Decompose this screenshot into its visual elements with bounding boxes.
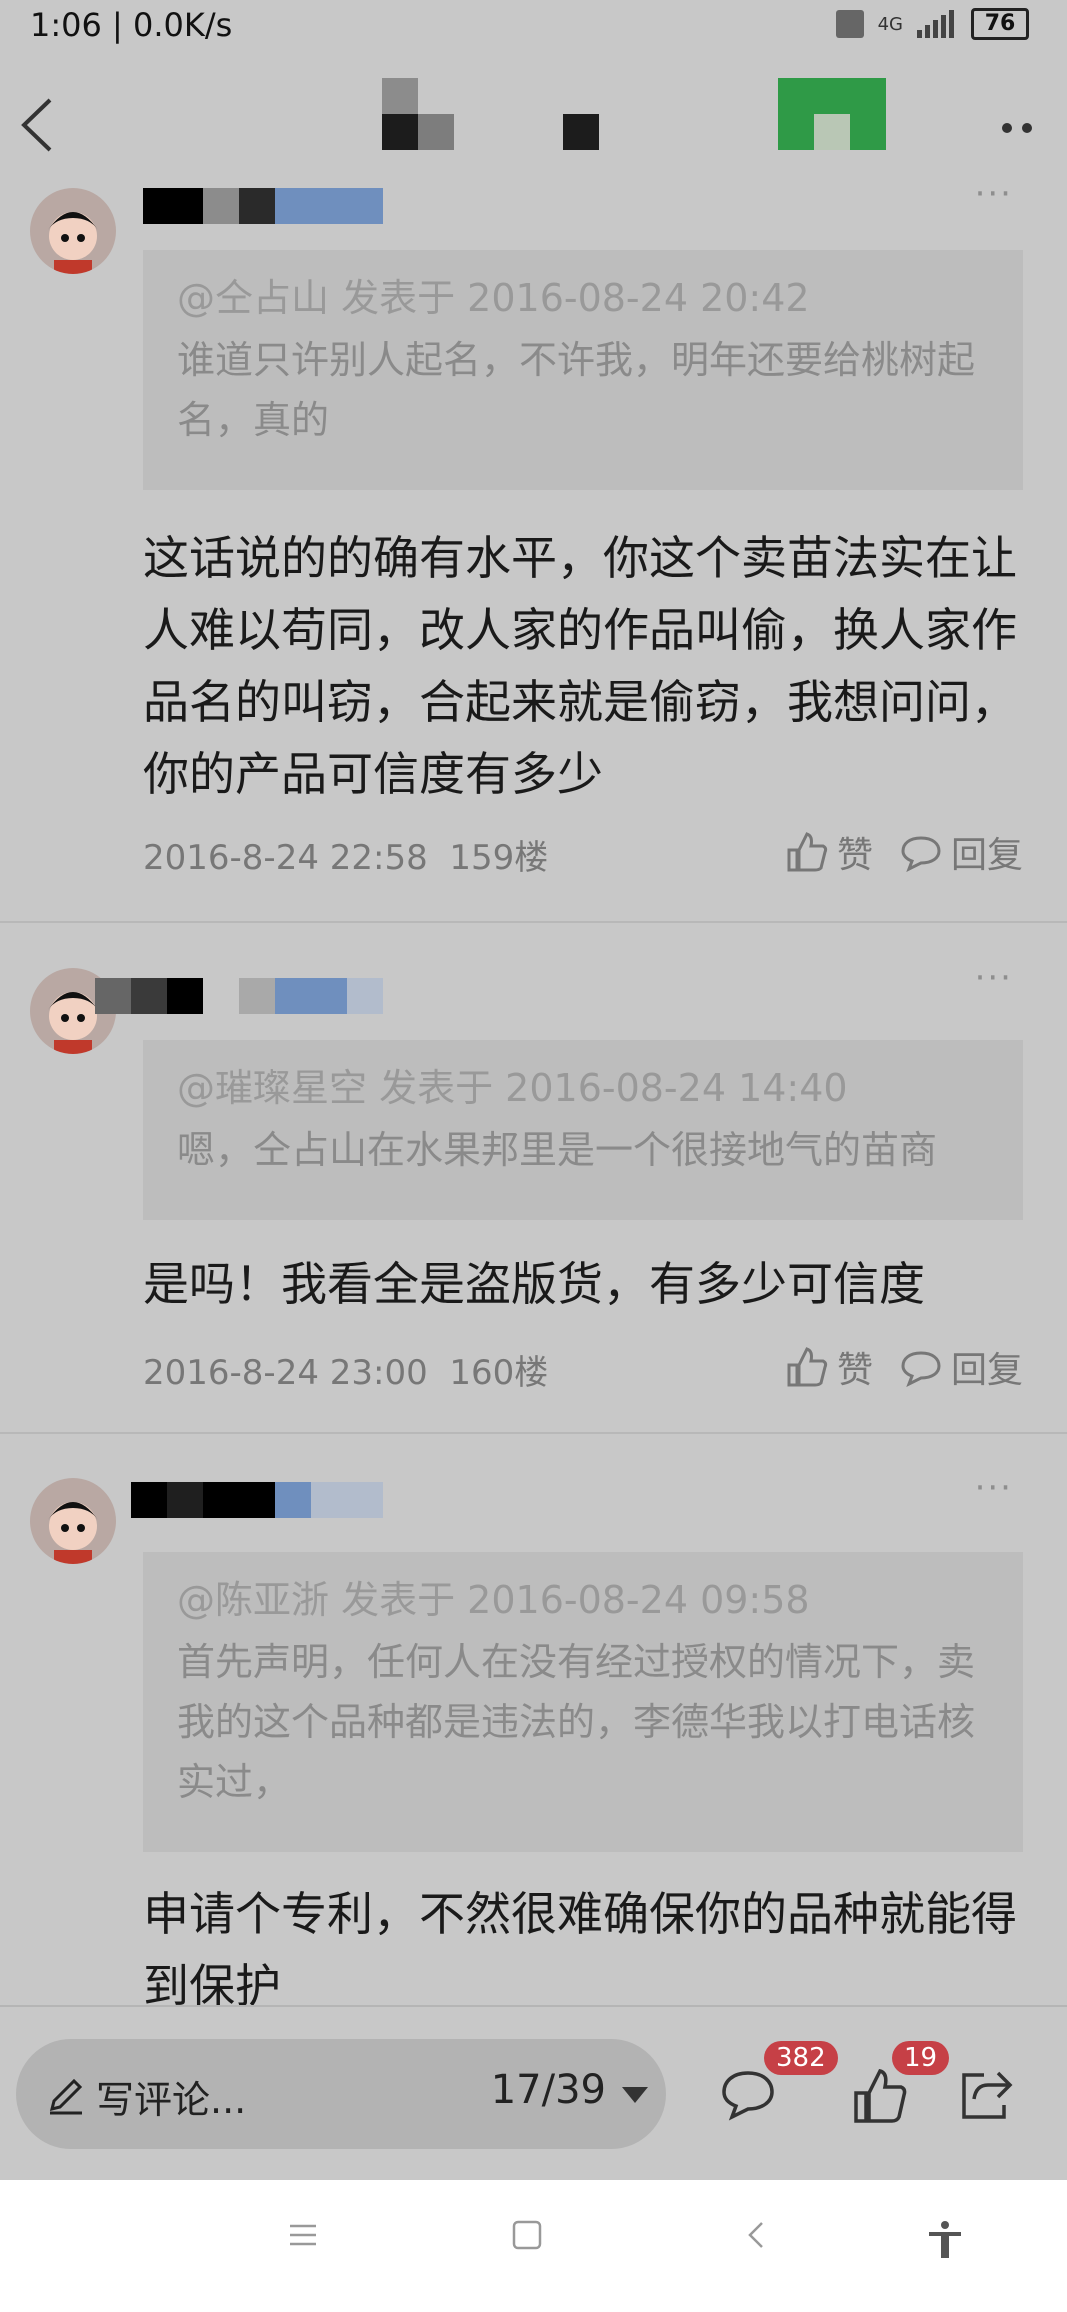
quote-text: 嗯，仝占山在水果邦里是一个很接地气的苗商	[177, 1128, 938, 1172]
username-blur	[239, 188, 275, 224]
share-icon	[962, 2071, 1013, 2119]
title-blur	[563, 114, 599, 150]
username-blur	[203, 1482, 275, 1518]
username-blur	[167, 1482, 203, 1518]
comment-more-icon[interactable]: ···	[975, 1470, 1013, 1508]
volte-icon	[835, 10, 864, 38]
like-article-button[interactable]: 19	[852, 2041, 950, 2129]
battery-indicator: 76	[971, 8, 1029, 40]
comment-floor: 159楼	[449, 838, 549, 878]
comment-more-icon[interactable]: ···	[975, 174, 1013, 214]
username-blur	[275, 978, 347, 1014]
comment-more-icon[interactable]: ···	[975, 958, 1013, 998]
share-button[interactable]	[958, 2067, 1014, 2127]
username-blur	[275, 188, 383, 224]
comment-datetime: 2016-8-24 22:58	[143, 838, 428, 878]
menu-icon[interactable]	[288, 2220, 318, 2250]
like-label: 赞	[836, 1350, 873, 1391]
back-nav-icon[interactable]	[742, 2220, 772, 2250]
like-button[interactable]: 赞	[785, 826, 873, 878]
bottom-toolbar: 写评论... 17/39 382 19	[0, 2005, 1067, 2182]
comment-body: 申请个专利，不然很难确保你的品种就能得到保护	[143, 1887, 1017, 2005]
like-count-badge: 19	[892, 2041, 950, 2075]
username-blur	[95, 978, 131, 1014]
comment-meta: 2016-8-24 22:58 159楼 赞 回复	[143, 830, 1023, 880]
thumb-up-icon	[787, 1347, 828, 1387]
thumb-up-icon	[787, 832, 828, 872]
quote-text: 首先声明，任何人在没有经过授权的情况下，卖我的这个品种都是违法的，李德华我以打电…	[177, 1640, 976, 1804]
quote-text: 谁道只许别人起名，不许我，明年还要给桃树起名，真的	[177, 338, 976, 442]
signal-icon	[917, 10, 954, 38]
thumb-up-icon	[854, 2068, 907, 2123]
username-blur	[167, 978, 203, 1014]
comment-bubble-icon	[901, 836, 941, 872]
quote-meta: @陈亚浙 发表于 2016-08-24 09:58	[177, 1578, 810, 1622]
title-blur	[814, 114, 850, 150]
comment-item: ··· @仝占山 发表于 2016-08-24 20:42 谁道只许别人起名，不…	[0, 174, 1067, 920]
title-blur	[382, 78, 418, 114]
divider	[0, 921, 1067, 923]
write-comment-placeholder: 写评论...	[96, 2078, 247, 2122]
username-blur	[347, 978, 383, 1014]
username-blur	[143, 188, 203, 224]
comment-item: ··· @璀璨星空 发表于 2016-08-24 14:40 嗯，仝占山在水果邦…	[0, 958, 1067, 1420]
divider	[0, 1432, 1067, 1434]
more-icon[interactable]	[997, 118, 1037, 138]
quote-meta: @璀璨星空 发表于 2016-08-24 14:40	[177, 1066, 848, 1110]
accessibility-icon[interactable]	[925, 2220, 965, 2260]
pencil-icon	[49, 2078, 83, 2115]
reply-label: 回复	[950, 835, 1023, 876]
top-navigation	[0, 60, 1067, 190]
comment-datetime: 2016-8-24 23:00	[143, 1353, 428, 1393]
username-blur	[275, 1482, 311, 1518]
quoted-comment: @陈亚浙 发表于 2016-08-24 09:58 首先声明，任何人在没有经过授…	[143, 1552, 1023, 1852]
chevron-down-icon[interactable]	[622, 2087, 648, 2103]
system-navigation-bar	[0, 2180, 1067, 2312]
username-blur	[239, 978, 275, 1014]
username-blur	[203, 188, 239, 224]
username-blur	[311, 1482, 383, 1518]
status-bar: 1:06 | 0.0K/s 4G 76	[0, 0, 1067, 52]
quoted-comment: @璀璨星空 发表于 2016-08-24 14:40 嗯，仝占山在水果邦里是一个…	[143, 1040, 1023, 1220]
reply-label: 回复	[950, 1350, 1023, 1391]
title-blur	[418, 114, 454, 150]
like-button[interactable]: 赞	[785, 1341, 873, 1393]
network-label: 4G	[877, 13, 903, 35]
comments-button[interactable]: 382	[718, 2041, 838, 2125]
home-icon[interactable]	[512, 2220, 542, 2250]
quote-meta: @仝占山 发表于 2016-08-24 20:42	[177, 276, 810, 320]
comment-item: ··· @陈亚浙 发表于 2016-08-24 09:58 首先声明，任何人在没…	[0, 1470, 1067, 2005]
avatar[interactable]	[30, 1478, 116, 1564]
username-blur	[131, 1482, 167, 1518]
comment-floor: 160楼	[449, 1353, 549, 1393]
reply-button[interactable]: 回复	[899, 1341, 1023, 1393]
reply-button[interactable]: 回复	[899, 826, 1023, 878]
comment-bubble-icon	[901, 1351, 941, 1387]
comment-bubble-icon	[722, 2071, 774, 2121]
page-indicator[interactable]: 17/39	[491, 2067, 606, 2113]
comment-body: 这话说的的确有水平，你这个卖苗法实在让人难以苟同，改人家的作品叫偷，换人家作品名…	[143, 531, 1017, 801]
comment-count-badge: 382	[764, 2041, 838, 2075]
comment-meta: 2016-8-24 23:00 160楼 赞 回复	[143, 1345, 1023, 1395]
comment-body: 是吗！我看全是盗版货，有多少可信度	[143, 1257, 925, 1311]
like-label: 赞	[836, 835, 873, 876]
back-icon[interactable]	[14, 90, 74, 160]
avatar[interactable]	[30, 188, 116, 274]
status-time-speed: 1:06 | 0.0K/s	[30, 6, 233, 44]
username-blur	[131, 978, 167, 1014]
write-comment-input[interactable]: 写评论... 17/39	[16, 2039, 666, 2149]
quoted-comment: @仝占山 发表于 2016-08-24 20:42 谁道只许别人起名，不许我，明…	[143, 250, 1023, 490]
